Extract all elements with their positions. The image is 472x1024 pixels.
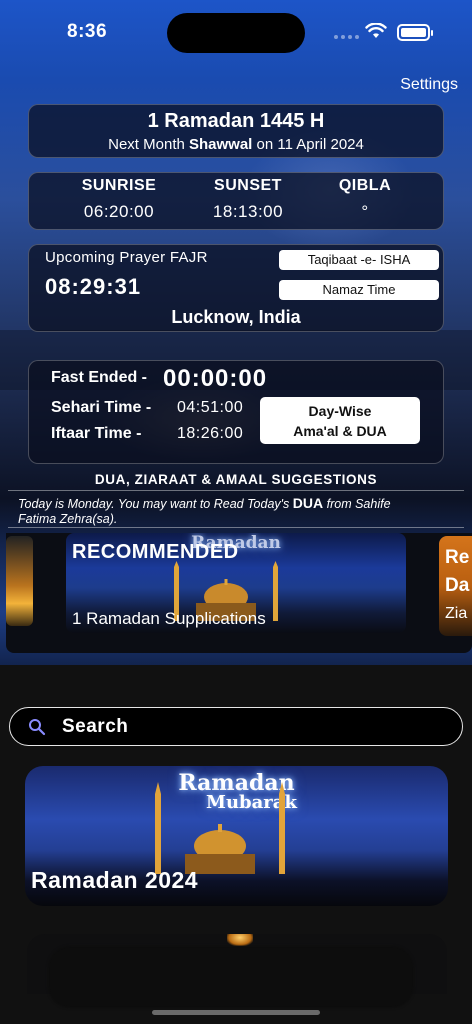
carousel-slide-next[interactable]: Re Da Zia (439, 536, 472, 636)
daywise-amaal-button[interactable]: Day-Wise Ama'al & DUA (260, 397, 420, 444)
upcoming-prayer-label: Upcoming Prayer FAJR (45, 249, 208, 266)
mosque-image (155, 782, 285, 874)
qibla-block[interactable]: QIBLA ° (329, 177, 401, 222)
today-line1: Today is Monday. You may want to Read To… (18, 496, 454, 512)
wifi-icon (365, 22, 387, 44)
next-month-info: Next Month Shawwal on 11 April 2024 (29, 136, 443, 153)
fast-ended-label: Fast Ended - (51, 369, 148, 386)
upcoming-prayer-card: Upcoming Prayer FAJR 08:29:31 Taqibaat -… (28, 244, 444, 332)
search-icon (29, 719, 46, 736)
taqibaat-button[interactable]: Taqibaat -e- ISHA (279, 250, 439, 270)
feature-title: Ramadan 2024 (31, 867, 199, 893)
slide-title: RECOMMENDED (72, 541, 239, 563)
daywise-line1: Day-Wise (308, 403, 372, 419)
status-time: 8:36 (67, 21, 108, 42)
next-month-on: on (256, 136, 274, 153)
daywise-line2: Ama'al & DUA (293, 423, 387, 439)
hijri-date-card: 1 Ramadan 1445 H Next Month Shawwal on 1… (28, 104, 444, 158)
today-dua-banner[interactable]: Today is Monday. You may want to Read To… (8, 490, 464, 528)
search-bar[interactable] (9, 707, 463, 746)
hijri-date: 1 Ramadan 1445 H (147, 110, 325, 132)
next-slide-line3: Zia (445, 605, 468, 622)
sun-times-card: SUNRISE 06:20:00 SUNSET 18:13:00 QIBLA ° (28, 172, 444, 230)
feature-card-ramadan[interactable]: Ramadan Mubarak Ramadan 2024 (25, 766, 448, 906)
qibla-value: ° (361, 202, 369, 221)
cellular-signal-icon (334, 35, 359, 39)
redacted-area (48, 946, 414, 1008)
iftaar-value: 18:26:00 (177, 425, 244, 442)
sunset-block: SUNSET 18:13:00 (205, 177, 291, 222)
location-label: Lucknow, India (171, 307, 301, 327)
sunrise-block: SUNRISE 06:20:00 (77, 177, 161, 222)
carousel-slide-previous[interactable] (6, 536, 33, 626)
sehari-value: 04:51:00 (177, 399, 244, 416)
slide-subtitle: 1 Ramadan Supplications (72, 609, 266, 628)
today-line2: Fatima Zehra(sa). (18, 512, 118, 526)
home-indicator[interactable] (152, 1010, 320, 1015)
next-month-prefix: Next Month (108, 136, 185, 153)
sunrise-value: 06:20:00 (83, 202, 155, 221)
carousel-slide-recommended[interactable]: Ramadan RECOMMENDED 1 Ramadan Supplicati… (66, 533, 406, 633)
sehari-label: Sehari Time - (51, 399, 152, 416)
iftaar-label: Iftaar Time - (51, 425, 142, 442)
today-suffix: from Sahife (326, 497, 391, 511)
search-input[interactable] (62, 714, 442, 740)
dynamic-island (167, 13, 305, 53)
prayer-countdown: 08:29:31 (45, 274, 142, 299)
next-month-date: 11 April 2024 (277, 136, 364, 153)
next-slide-line2: Da (445, 575, 470, 596)
sunset-label: SUNSET (214, 177, 282, 194)
qibla-label: QIBLA (338, 177, 392, 194)
sunset-value: 18:13:00 (212, 202, 284, 221)
sunrise-label: SUNRISE (81, 177, 157, 194)
today-prefix: Today is Monday. You may want to Read To… (18, 497, 290, 511)
settings-button[interactable]: Settings (400, 76, 458, 94)
today-dua-link[interactable]: DUA (293, 495, 323, 511)
next-slide-line1: Re (445, 547, 470, 568)
battery-icon (397, 24, 433, 41)
suggestions-title: DUA, ZIARAAT & AMAAL SUGGESTIONS (94, 472, 378, 487)
fast-ended-value: 00:00:00 (163, 365, 268, 392)
lamp-glow (227, 934, 253, 946)
namaz-time-button[interactable]: Namaz Time (279, 280, 439, 300)
suggestions-carousel[interactable]: Ramadan RECOMMENDED 1 Ramadan Supplicati… (6, 533, 472, 653)
fast-times-card: Fast Ended - 00:00:00 Sehari Time - 04:5… (28, 360, 444, 464)
next-month-name: Shawwal (189, 136, 253, 153)
